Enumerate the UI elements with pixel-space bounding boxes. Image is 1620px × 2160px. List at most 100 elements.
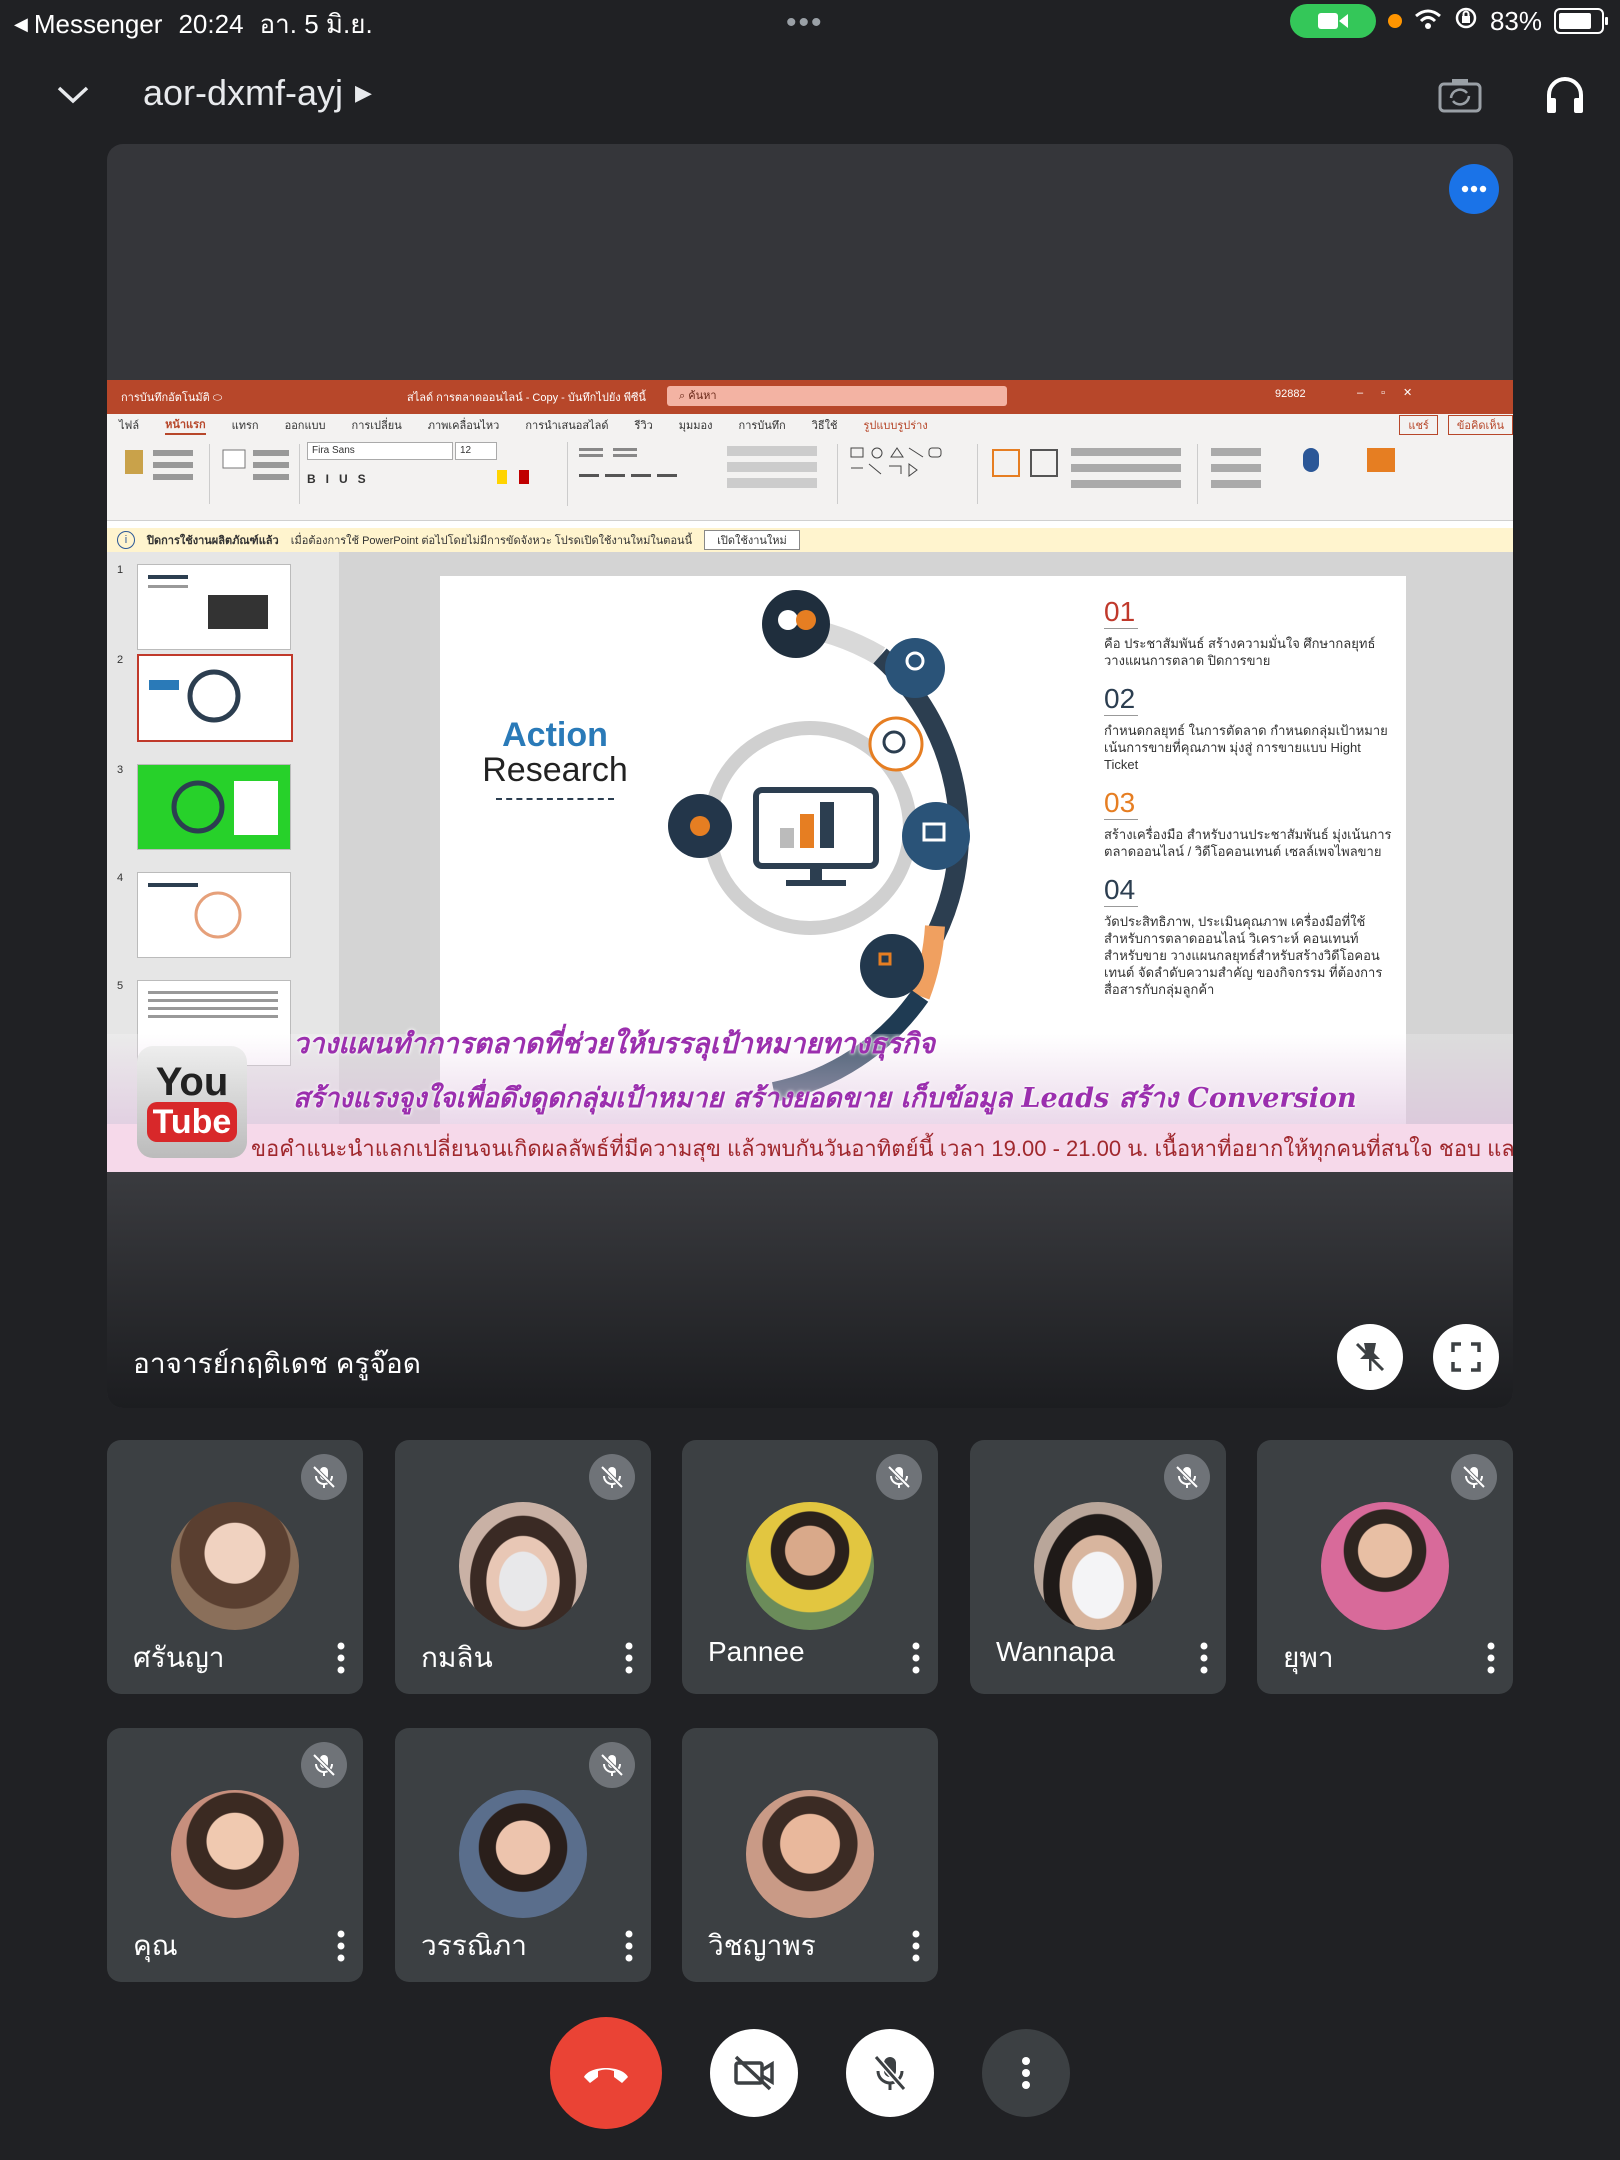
mic-off-button[interactable] (846, 2029, 934, 2117)
slide-thumbnail-selected (137, 654, 293, 742)
ppt-tab: การเปลี่ยน (351, 420, 402, 432)
ppt-font-name: Fira Sans (307, 442, 453, 460)
step-item: 04 วัดประสิทธิภาพ, ประเมินคุณภาพ เครื่อง… (1104, 874, 1394, 998)
ppt-tab: รีวิว (634, 420, 653, 432)
multitask-dots-icon[interactable]: ••• (786, 6, 824, 40)
participant-tile-self[interactable]: วิชญาพร (682, 1728, 938, 1982)
rotation-lock-icon (1454, 6, 1478, 37)
ppt-window-controls: –▫✕ (1357, 387, 1431, 399)
overlay-line-2: สร้างแรงจูงใจเพื่อดึงดูดกลุ่มเป้าหมาย สร… (293, 1083, 1357, 1114)
step-number: 01 (1104, 596, 1138, 629)
clock: 20:24 (178, 9, 244, 39)
presentation-tile: การบันทึกอัตโนมัติ ⬭ สไลด์ การตลาดออนไลน… (107, 144, 1513, 1408)
participant-tile[interactable]: วรรณิภา (395, 1728, 651, 1982)
ppt-tab: การบันทึก (738, 420, 786, 432)
back-to-app-button[interactable]: ◀ Messenger (14, 9, 162, 40)
ppt-tab: การนำเสนอสไลด์ (525, 420, 609, 432)
mic-off-icon (1164, 1454, 1210, 1500)
avatar (171, 1790, 299, 1918)
slide-number: 2 (117, 654, 124, 666)
participant-more-icon[interactable] (906, 1638, 926, 1678)
step-item: 01 คือ ประชาสัมพันธ์ สร้างความมั่นใจ ศึก… (1104, 596, 1394, 669)
camera-off-button[interactable] (710, 2029, 798, 2117)
unpin-icon[interactable] (1337, 1324, 1403, 1390)
mic-in-use-dot (1387, 14, 1402, 28)
meeting-code: aor-dxmf-ayj (143, 72, 344, 113)
participant-more-icon[interactable] (331, 1638, 351, 1678)
participant-more-icon[interactable] (619, 1926, 639, 1966)
tile-options-more-icon[interactable] (1449, 164, 1499, 214)
presenter-name: อาจารย์กฤติเดช ครูจ๊อด (133, 1348, 421, 1379)
participant-name: กมลิน (421, 1642, 493, 1673)
switch-camera-icon[interactable] (1432, 70, 1488, 120)
end-call-button[interactable] (550, 2017, 662, 2129)
participant-name: วิชญาพร (708, 1930, 816, 1961)
collapse-chevron-down-icon[interactable] (48, 70, 98, 120)
avatar (1034, 1502, 1162, 1630)
youtube-logo: You Tube (137, 1046, 247, 1158)
ppt-clipboard-group (119, 444, 210, 504)
ppt-user-code: 92882 (1275, 388, 1306, 400)
slide-thumbnail (137, 764, 291, 850)
participant-tile[interactable]: Wannapa (970, 1440, 1226, 1694)
participant-name: Wannapa (996, 1636, 1115, 1667)
ppt-tab: รูปแบบรูปร่าง (863, 420, 928, 432)
ppt-tab: มุมมอง (678, 420, 713, 432)
slide-number: 1 (117, 564, 124, 576)
reactivate-button: เปิดใช้งานใหม่ (704, 530, 800, 550)
shared-screen: การบันทึกอัตโนมัติ ⬭ สไลด์ การตลาดออนไลน… (107, 380, 1513, 1172)
step-text: คือ ประชาสัมพันธ์ สร้างความมั่นใจ ศึกษาก… (1104, 636, 1376, 668)
mic-off-icon (589, 1742, 635, 1788)
camera-off-icon (734, 2055, 774, 2091)
ppt-shapes-gallery (847, 444, 978, 504)
participant-name: ยุพา (1283, 1642, 1334, 1673)
autosave-label: การบันทึกอัตโนมัติ ⬭ (121, 392, 223, 404)
slide-thumbnail (137, 564, 291, 650)
ppt-font-size: 12 (455, 442, 497, 460)
ppt-title-bar: การบันทึกอัตโนมัติ ⬭ สไลด์ การตลาดออนไลน… (107, 380, 1513, 414)
caret-right-icon: ▶ (355, 80, 372, 105)
overlay-line-1: วางแผนทำการตลาดที่ช่วยให้บรรลุเป้าหมายทา… (293, 1027, 936, 1060)
more-vertical-icon (1022, 2057, 1030, 2089)
participant-tile[interactable]: Pannee (682, 1440, 938, 1694)
meeting-code-button[interactable]: aor-dxmf-ayj ▶ (143, 72, 372, 114)
avatar (171, 1502, 299, 1630)
mic-off-icon (873, 2055, 907, 2091)
ppt-search-box: ⌕ ค้นหา (667, 386, 1007, 406)
more-options-button[interactable] (982, 2029, 1070, 2117)
participant-more-icon[interactable] (1481, 1638, 1501, 1678)
participant-more-icon[interactable] (1194, 1638, 1214, 1678)
ppt-font-style-buttons: BIUS (307, 472, 376, 486)
participant-more-icon[interactable] (906, 1926, 926, 1966)
mic-off-icon (876, 1454, 922, 1500)
fullscreen-icon[interactable] (1433, 1324, 1499, 1390)
slide-steps: 01 คือ ประชาสัมพันธ์ สร้างความมั่นใจ ศึก… (1104, 596, 1394, 998)
participant-more-icon[interactable] (619, 1638, 639, 1678)
step-number: 03 (1104, 787, 1138, 820)
ppt-tab-active: หน้าแรก (165, 415, 206, 435)
mic-off-icon (301, 1742, 347, 1788)
participant-name: ศรันญา (133, 1642, 225, 1673)
mic-off-icon (301, 1454, 347, 1500)
avatar (459, 1502, 587, 1630)
audio-output-headphones-icon[interactable] (1538, 68, 1592, 122)
phone-hangup-icon (584, 2068, 628, 2083)
slide-number: 3 (117, 764, 124, 776)
participant-more-icon[interactable] (331, 1926, 351, 1966)
participant-tile[interactable]: คุณ (107, 1728, 363, 1982)
participant-tile[interactable]: ศรันญา (107, 1440, 363, 1694)
participant-tile[interactable]: กมลิน (395, 1440, 651, 1694)
step-item: 02 กำหนดกลยุทธ์ ในการตัดลาด กำหนดกลุ่มเป… (1104, 683, 1394, 773)
participant-name: คุณ (133, 1930, 178, 1961)
ppt-drawing-group (987, 444, 1198, 504)
ppt-tab: ภาพเคลื่อนไหว (427, 420, 500, 432)
ppt-tab: แทรก (231, 420, 259, 432)
overlay-ticker: ขอคำแนะนำแลกเปลี่ยนจนเกิดผลลัพธ์ที่มีควา… (107, 1124, 1513, 1172)
info-bar-bold: ปิดการใช้งานผลิตภัณฑ์แล้ว (147, 535, 279, 547)
participant-tile[interactable]: ยุพา (1257, 1440, 1513, 1694)
ppt-font-color-icon (519, 470, 529, 484)
step-number: 04 (1104, 874, 1138, 907)
avatar (746, 1502, 874, 1630)
ppt-slides-group (219, 444, 300, 504)
avatar (1321, 1502, 1449, 1630)
